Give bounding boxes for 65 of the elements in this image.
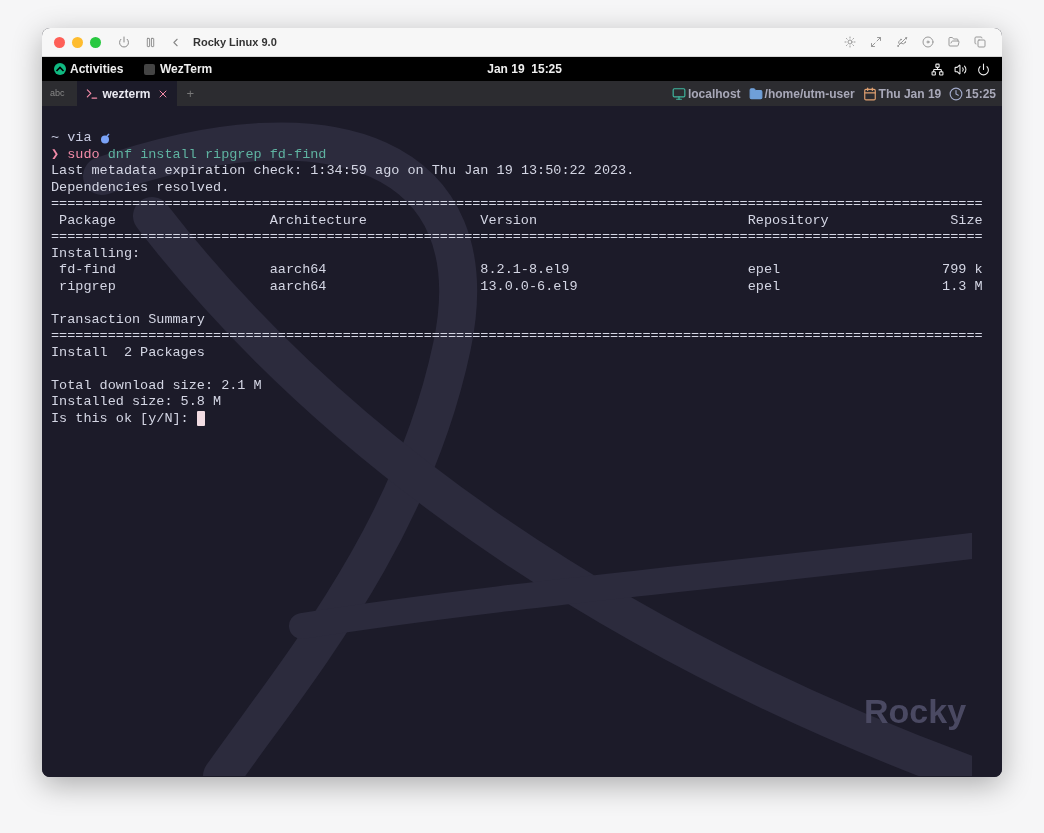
clock[interactable]: Jan 19 15:25 (487, 60, 562, 78)
separator-line: =================================================================================================================== (51, 196, 983, 213)
status-item: 15:25 (965, 85, 996, 103)
activities-button[interactable]: Activities (70, 60, 124, 78)
tab-label: wezterm (102, 85, 151, 103)
tab-bar-label: abc (50, 86, 65, 100)
terminal-icon (84, 86, 99, 101)
command-arguments: dnf install ripgrep fd-find (107, 146, 327, 163)
prompt-symbol: ❯ (51, 146, 60, 163)
folder-icon[interactable] (948, 36, 960, 48)
table-cell: Repository (747, 212, 829, 228)
minimize-button[interactable] (72, 36, 83, 48)
power-icon[interactable] (977, 62, 990, 76)
confirm-prompt: Is this ok [y/N]: (51, 410, 189, 427)
table-cell: epel (747, 262, 781, 277)
sun-icon[interactable] (844, 36, 856, 48)
table-cell: ripgrep (59, 278, 116, 294)
table-cell: Size (950, 212, 983, 228)
volume-icon[interactable] (954, 62, 967, 76)
output-line: Last metadata expiration check: 1:34:59 ago on Thu Jan 19 13:50:22 2023. (51, 163, 635, 180)
clock-icon (949, 86, 964, 101)
terminal-cursor (196, 411, 205, 427)
table-cell: epel (747, 278, 781, 294)
terminal-tab[interactable]: wezterm (76, 81, 177, 106)
table-cell: 8.2.1-8.el9 (480, 262, 570, 277)
status-item: Thu Jan 19 (878, 85, 942, 103)
folder-icon (748, 86, 763, 101)
output-line: Transaction Summary (51, 311, 205, 328)
monitor-icon (671, 86, 686, 101)
usb-icon[interactable] (896, 36, 908, 48)
pause-icon[interactable] (145, 36, 156, 48)
prompt-directory: ~ (51, 130, 60, 147)
logo-icon (54, 63, 66, 75)
disc-icon[interactable] (922, 36, 934, 48)
calendar-icon (862, 86, 877, 101)
app-icon (144, 63, 155, 75)
table-cell: Package (59, 212, 116, 228)
table-cell: 799 k (942, 262, 983, 277)
network-icon[interactable] (931, 62, 944, 76)
app-menu[interactable]: WezTerm (160, 60, 213, 78)
table-cell: aarch64 (269, 278, 327, 294)
separator-line: =================================================================================================================== (51, 229, 983, 246)
resize-icon[interactable] (870, 36, 882, 48)
table-cell: Version (480, 212, 538, 228)
output-line: Total download size: 2.1 M (51, 377, 262, 394)
separator-line: =================================================================================================================== (51, 328, 983, 345)
window-title: Rocky Linux 9.0 (193, 34, 277, 50)
bomb-icon (99, 132, 110, 144)
table-cell: aarch64 (269, 262, 327, 277)
output-line: Dependencies resolved. (51, 179, 230, 196)
close-button[interactable] (54, 36, 65, 48)
status-item: /home/utm-user (764, 85, 855, 103)
table-cell: fd-find (59, 262, 116, 277)
output-line: Installing: (51, 245, 141, 262)
output-line: Install 2 Packages (51, 344, 205, 361)
table-cell: 1.3 M (942, 278, 983, 294)
zoom-button[interactable] (90, 36, 101, 48)
table-cell: 13.0.0-6.el9 (480, 278, 578, 294)
command-name: sudo (67, 146, 100, 163)
status-item: localhost (687, 85, 741, 103)
prompt-text: via (67, 130, 92, 147)
wallpaper-logo-text: Rocky (864, 691, 967, 732)
output-line: Installed size: 5.8 M (51, 394, 222, 411)
windows-icon[interactable] (974, 36, 986, 48)
table-cell: Architecture (269, 212, 367, 228)
